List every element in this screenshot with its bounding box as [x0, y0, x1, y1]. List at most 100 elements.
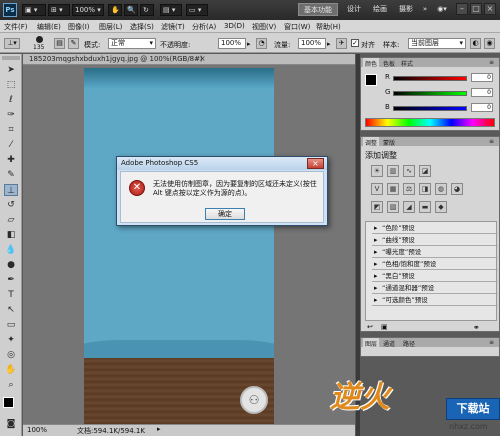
clone-stamp-icon[interactable]: ⊥▾: [4, 38, 20, 49]
tab-paths[interactable]: 路径: [403, 339, 415, 348]
workspace-design[interactable]: 设计: [344, 3, 364, 16]
sample-select[interactable]: 当前图层 ▾: [408, 38, 466, 49]
exposure-icon[interactable]: ◪: [419, 165, 431, 177]
preset-curves[interactable]: “曲线”预设: [372, 236, 498, 246]
color-ramp[interactable]: [365, 118, 495, 127]
pressure-size-icon[interactable]: ◉: [484, 38, 495, 49]
arrange-documents-button[interactable]: ▤ ▾: [160, 4, 182, 16]
document-close-icon[interactable]: ×: [199, 54, 206, 63]
hue-saturation-icon[interactable]: ▦: [387, 183, 399, 195]
marquee-tool-icon[interactable]: ⬚: [4, 79, 18, 91]
healing-brush-tool-icon[interactable]: ✚: [4, 154, 18, 166]
black-white-icon[interactable]: ◨: [419, 183, 431, 195]
vibrance-icon[interactable]: V: [371, 183, 383, 195]
adjust-clip-icon[interactable]: ⚭: [473, 323, 480, 332]
flow-arrow-icon[interactable]: ▸: [327, 40, 331, 48]
document-image[interactable]: ⚇: [84, 68, 274, 424]
status-arrow-icon[interactable]: ▸: [157, 425, 161, 433]
clone-source-panel-icon[interactable]: ▤: [54, 38, 65, 49]
shape-tool-icon[interactable]: ▭: [4, 319, 18, 331]
menu-layer[interactable]: 图层(L): [99, 22, 122, 32]
preset-levels[interactable]: “色阶”预设: [372, 224, 498, 234]
toolbox-grip[interactable]: [2, 56, 20, 60]
workspace-painting[interactable]: 绘画: [370, 3, 390, 16]
tab-swatches[interactable]: 色板: [383, 59, 395, 68]
close-window-button[interactable]: ×: [484, 3, 496, 15]
eraser-tool-icon[interactable]: ▱: [4, 214, 18, 226]
bridge-button[interactable]: ▣ ▾: [22, 4, 46, 16]
dodge-tool-icon[interactable]: ●: [4, 259, 18, 271]
status-zoom[interactable]: 100%: [27, 426, 47, 434]
opacity-arrow-icon[interactable]: ▸: [247, 40, 251, 48]
panel-menu-icon[interactable]: ≡: [489, 59, 494, 66]
curves-icon[interactable]: ∿: [403, 165, 415, 177]
rotate-view-button[interactable]: ↻: [140, 4, 154, 16]
gradient-map-icon[interactable]: ▬: [419, 201, 431, 213]
preset-selective-color[interactable]: “可选颜色”预设: [372, 296, 498, 306]
channel-r-slider[interactable]: [393, 76, 467, 81]
crop-tool-icon[interactable]: ⌗: [4, 124, 18, 136]
menu-select[interactable]: 选择(S): [130, 22, 154, 32]
history-brush-tool-icon[interactable]: ↺: [4, 199, 18, 211]
tab-masks[interactable]: 蒙版: [383, 138, 395, 147]
eyedropper-tool-icon[interactable]: ⁄: [4, 139, 18, 151]
tab-channels[interactable]: 通道: [383, 339, 395, 348]
channel-mixer-icon[interactable]: ◕: [451, 183, 463, 195]
menu-3d[interactable]: 3D(D): [224, 22, 245, 30]
lasso-tool-icon[interactable]: ℓ: [4, 94, 18, 106]
menu-filter[interactable]: 滤镜(T): [161, 22, 185, 32]
pen-tool-icon[interactable]: ✒: [4, 274, 18, 286]
minibridge-button[interactable]: ⊞ ▾: [48, 4, 70, 16]
dialog-titlebar[interactable]: Adobe Photoshop CS5 ×: [117, 157, 327, 170]
photo-filter-icon[interactable]: ◍: [435, 183, 447, 195]
align-checkbox[interactable]: ✓: [351, 39, 359, 47]
brush-panel-icon[interactable]: ✎: [68, 38, 79, 49]
preset-hue-saturation[interactable]: “色相/饱和度”预设: [372, 260, 498, 270]
brightness-contrast-icon[interactable]: ☀: [371, 165, 383, 177]
color-panel-foreground-swatch[interactable]: [365, 74, 377, 86]
move-tool-icon[interactable]: ➤: [4, 64, 18, 76]
zoom-level-dropdown[interactable]: 100% ▾: [72, 4, 104, 16]
threshold-icon[interactable]: ◢: [403, 201, 415, 213]
hand-tool-icon[interactable]: ✋: [4, 364, 18, 376]
gradient-tool-icon[interactable]: ◧: [4, 229, 18, 241]
foreground-color-swatch[interactable]: [3, 397, 14, 408]
menu-edit[interactable]: 编辑(E): [37, 22, 61, 32]
workspace-more-icon[interactable]: »: [420, 3, 430, 16]
adjust-return-icon[interactable]: ↩: [367, 323, 373, 331]
document-tab[interactable]: 185203mqgshxbduxh1jgyq.jpg @ 100%(RGB/8#…: [23, 54, 355, 65]
channel-b-slider[interactable]: [393, 106, 467, 111]
mode-select[interactable]: 正常 ▾: [108, 38, 156, 49]
screen-mode-button[interactable]: ▭ ▾: [186, 4, 208, 16]
clone-stamp-tool-icon[interactable]: ⊥: [4, 184, 18, 196]
opacity-input[interactable]: 100%: [218, 38, 246, 49]
menu-file[interactable]: 文件(F): [4, 22, 28, 32]
tab-adjustments[interactable]: 调整: [363, 137, 380, 147]
dialog-close-button[interactable]: ×: [307, 158, 324, 169]
3d-rotate-tool-icon[interactable]: ✦: [4, 334, 18, 346]
menu-view[interactable]: 视图(V): [252, 22, 276, 32]
quick-mask-icon[interactable]: ◙: [4, 418, 18, 430]
maximize-button[interactable]: □: [470, 3, 482, 15]
preset-exposure[interactable]: “曝光度”预设: [372, 248, 498, 258]
minimize-button[interactable]: –: [456, 3, 468, 15]
menu-image[interactable]: 图像(I): [68, 22, 90, 32]
workspace-photography[interactable]: 摄影: [396, 3, 416, 16]
airbrush-icon[interactable]: ✈: [336, 38, 347, 49]
preset-black-white[interactable]: “黑白”预设: [372, 272, 498, 282]
zoom-tool-icon[interactable]: ⌕: [4, 379, 18, 391]
adjust-menu-icon[interactable]: ≡: [489, 138, 494, 145]
channel-b-value[interactable]: 0: [471, 103, 493, 112]
channel-r-value[interactable]: 0: [471, 73, 493, 82]
menu-window[interactable]: 窗口(W): [284, 22, 310, 32]
ignore-adjustment-layers-icon[interactable]: ◐: [470, 38, 481, 49]
workspace-essentials[interactable]: 基本功能: [298, 3, 338, 16]
path-selection-tool-icon[interactable]: ↖: [4, 304, 18, 316]
tab-layers[interactable]: 图层: [363, 338, 380, 348]
menu-analysis[interactable]: 分析(A): [192, 22, 216, 32]
cs-live-icon[interactable]: ◉▾: [434, 3, 450, 16]
hand-tool-button[interactable]: ✋: [108, 4, 122, 16]
3d-camera-tool-icon[interactable]: ◎: [4, 349, 18, 361]
channel-g-value[interactable]: 0: [471, 88, 493, 97]
quick-select-tool-icon[interactable]: ✑: [4, 109, 18, 121]
